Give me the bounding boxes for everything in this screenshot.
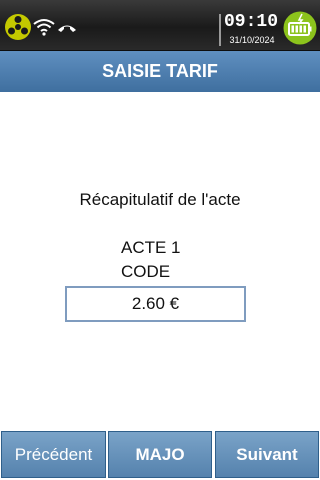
- status-divider: [219, 14, 221, 46]
- amount-field[interactable]: 2.60 €: [65, 286, 246, 322]
- code-label: CODE: [121, 262, 171, 281]
- act-label: ACTE 1: [121, 238, 181, 257]
- status-bar: 09:10 31/10/2024: [0, 0, 320, 51]
- clock-date: 31/10/2024: [229, 35, 275, 45]
- amount-value: 2.60 €: [131, 294, 180, 313]
- next-button[interactable]: Suivant: [215, 431, 319, 478]
- network-icon: [5, 14, 31, 40]
- battery-charging-icon: [283, 11, 317, 45]
- phone-hangup-icon: [58, 25, 76, 32]
- page-title: SAISIE TARIF: [0, 51, 320, 92]
- clock-time: 09:10: [224, 12, 279, 32]
- majo-button[interactable]: MAJO: [108, 431, 212, 478]
- previous-button[interactable]: Précédent: [1, 431, 106, 478]
- summary-title: Récapitulatif de l'acte: [79, 190, 241, 209]
- wifi-icon: [33, 19, 55, 36]
